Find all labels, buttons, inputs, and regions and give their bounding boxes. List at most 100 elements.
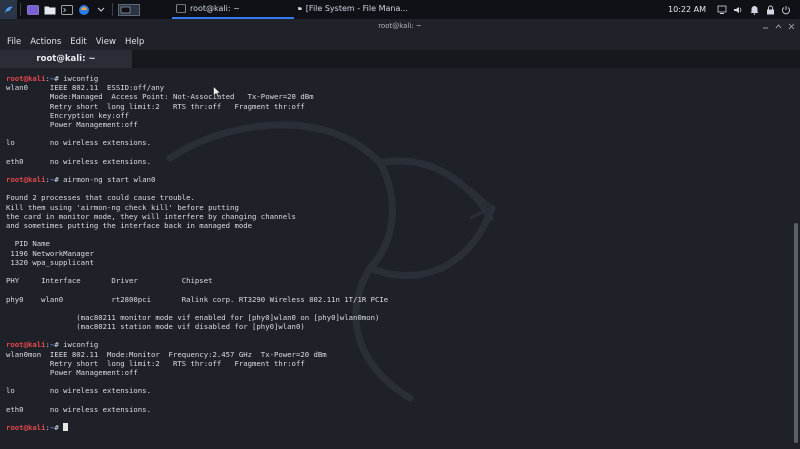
- terminal-output-line: lo no wireless extensions.: [6, 386, 151, 396]
- panel-separator: [112, 3, 113, 16]
- tab-bar: root@kali: ~: [0, 50, 800, 68]
- tab-terminal[interactable]: root@kali: ~: [0, 50, 132, 68]
- terminal-prompt-line: root@kali:~# airmon-ng start wlan0: [6, 175, 388, 184]
- terminal-output-line: (mac80211 station mode vif disabled for …: [6, 322, 305, 332]
- chevron-down-icon: [97, 7, 104, 12]
- window-titlebar[interactable]: root@kali: ~: [0, 19, 800, 33]
- browser-icon: [78, 4, 89, 15]
- lock-icon: [766, 5, 774, 14]
- bell-icon: [750, 5, 758, 15]
- terminal-output-line: Encryption key:off: [6, 110, 130, 120]
- prompt-symbol: #: [54, 340, 64, 350]
- text-cursor: [63, 423, 69, 432]
- prompt-command: iwconfig: [63, 340, 99, 350]
- maximize-button[interactable]: [773, 21, 783, 31]
- terminal-icon: [60, 4, 73, 15]
- workspace-preview-icon: [118, 3, 140, 16]
- top-panel: root@kali: ~ [File System - File Mana...…: [0, 0, 800, 19]
- terminal-output-line: Power Management:off: [6, 368, 138, 377]
- kali-menu-button[interactable]: [0, 0, 17, 19]
- close-icon: [788, 23, 794, 29]
- mouse-cursor-icon: [213, 86, 221, 98]
- taskbar-item-terminal[interactable]: root@kali: ~: [172, 0, 294, 19]
- menu-edit[interactable]: Edit: [70, 37, 86, 47]
- terminal-output-line: (mac80211 monitor mode vif enabled for […: [6, 312, 380, 322]
- terminal-prompt-line: root@kali:~# iwconfig: [6, 340, 388, 349]
- taskbar-item-file-manager[interactable]: [File System - File Mana...: [294, 0, 412, 19]
- network-icon: [717, 5, 727, 14]
- prompt-user: root@kali: [6, 175, 46, 185]
- terminal-output-line: 1320 wpa_supplicant: [6, 257, 94, 267]
- launcher-browser-button[interactable]: [75, 0, 92, 19]
- power-icon: [782, 5, 790, 14]
- prompt-user: root@kali: [6, 74, 46, 83]
- clock[interactable]: 10:22 AM: [668, 5, 706, 14]
- screen: { "panel": { "clock": "10:22 AM", "tasks…: [0, 0, 800, 449]
- terminal-output[interactable]: root@kali:~# iwconfig wlan0 IEEE 802.11 E…: [0, 68, 792, 449]
- terminal-output-line: the card in monitor mode, they will inte…: [6, 211, 296, 221]
- terminal-prompt-line: root@kali:~#: [6, 423, 388, 432]
- workspace-switcher[interactable]: [116, 0, 142, 19]
- power-button[interactable]: [778, 0, 794, 19]
- scrollbar-thumb[interactable]: [794, 223, 798, 443]
- prompt-symbol: #: [54, 74, 64, 83]
- terminal-prompt-line: root@kali:~# iwconfig: [6, 74, 388, 83]
- launcher-files-button[interactable]: [41, 0, 58, 19]
- launcher-dropdown-button[interactable]: [92, 0, 109, 19]
- folder-icon: [298, 7, 302, 10]
- menu-bar: File Actions Edit View Help: [0, 33, 800, 50]
- menu-actions[interactable]: Actions: [30, 37, 61, 47]
- system-tray: 10:22 AM: [668, 0, 800, 19]
- maximize-icon: [775, 23, 781, 28]
- prompt-symbol: #: [54, 423, 64, 433]
- menu-file[interactable]: File: [7, 37, 21, 47]
- lock-screen-button[interactable]: [762, 0, 778, 19]
- network-button[interactable]: [714, 0, 730, 19]
- prompt-user: root@kali: [6, 340, 46, 350]
- notifications-button[interactable]: [746, 0, 762, 19]
- terminal-output-line: and sometimes putting the interface back…: [6, 221, 253, 230]
- terminal-output-line: Power Management:off: [6, 119, 138, 129]
- terminal-scrollbar[interactable]: [792, 68, 800, 449]
- prompt-symbol: #: [54, 175, 64, 185]
- launcher-workspace-button[interactable]: [24, 0, 41, 19]
- terminal-output-line: Retry short long limit:2 RTS thr:off Fra…: [6, 101, 305, 111]
- prompt-command: iwconfig: [63, 74, 99, 83]
- launcher-terminal-button[interactable]: [58, 0, 75, 19]
- minimize-icon: [762, 27, 768, 28]
- terminal-output-line: eth0 no wireless extensions.: [6, 156, 151, 166]
- minimize-button[interactable]: [760, 21, 770, 31]
- terminal-icon: [176, 4, 186, 13]
- kali-dragon-icon: [4, 6, 13, 13]
- terminal-output-line: wlan0 IEEE 802.11 ESSID:off/any: [6, 83, 165, 93]
- terminal-output-line: PID Name: [6, 239, 50, 249]
- window-title: root@kali: ~: [378, 22, 422, 30]
- taskbar-item-label: [File System - File Mana...: [305, 4, 408, 13]
- terminal-output-line: Mode:Managed Access Point: Not-Associate…: [6, 92, 314, 102]
- terminal-lines: root@kali:~# iwconfig wlan0 IEEE 802.11 E…: [6, 74, 388, 432]
- prompt-command: airmon-ng start wlan0: [63, 175, 156, 185]
- terminal-output-line: Retry short long limit:2 RTS thr:off Fra…: [6, 358, 305, 368]
- terminal-output-line: phy0 wlan0 rt2800pci Ralink corp. RT3290…: [6, 294, 389, 304]
- menu-view[interactable]: View: [96, 37, 116, 47]
- volume-button[interactable]: [730, 0, 746, 19]
- menu-help[interactable]: Help: [125, 37, 144, 47]
- terminal-output-line: PHY Interface Driver Chipset: [6, 276, 213, 286]
- close-button[interactable]: [786, 21, 796, 31]
- terminal-output-line: lo no wireless extensions.: [6, 138, 151, 148]
- terminal-output-line: Found 2 processes that could cause troub…: [6, 193, 195, 203]
- taskbar-item-label: root@kali: ~: [190, 4, 240, 13]
- speaker-icon: [734, 6, 742, 13]
